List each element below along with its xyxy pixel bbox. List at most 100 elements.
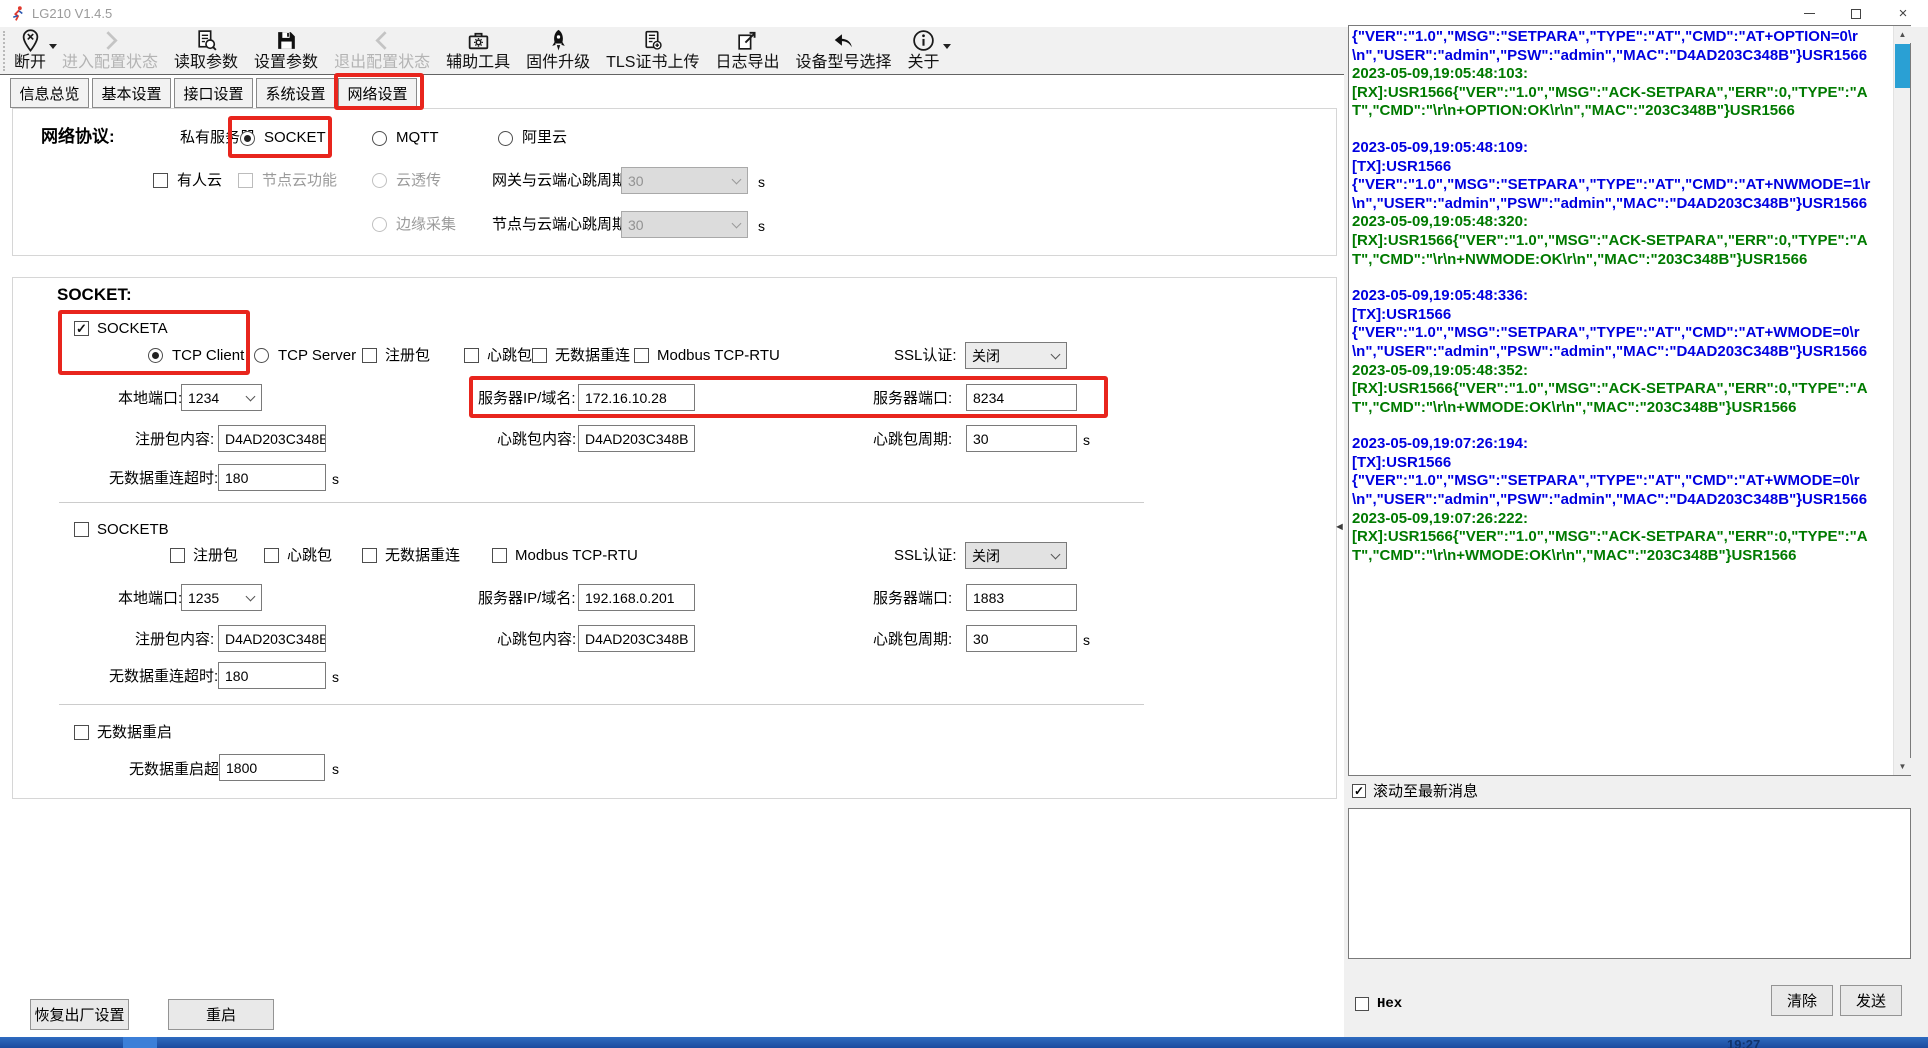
radio-tcp-client[interactable] [148, 348, 163, 363]
b-register-packet-label[interactable]: 注册包 [193, 547, 238, 565]
toolbar-device-model-select[interactable]: 设备型号选择 [795, 28, 891, 72]
export-icon [735, 28, 760, 53]
minimize-button[interactable] [1786, 0, 1832, 27]
a-reconnect-timeout-input[interactable]: 180 [218, 464, 326, 491]
node-cloud-label: 节点云功能 [262, 172, 337, 190]
log-scrollbar[interactable]: ▲ ▼ [1893, 26, 1910, 775]
checkbox-usr-cloud[interactable] [153, 173, 168, 188]
toolbar-about[interactable]: 关于 [908, 28, 940, 72]
a-register-packet-label[interactable]: 注册包 [385, 347, 430, 365]
dropdown-caret-icon[interactable] [49, 44, 57, 49]
a-server-port-input[interactable]: 8234 [966, 384, 1077, 411]
log-output-box[interactable]: {"VER":"1.0","MSG":"SETPARA","TYPE":"AT"… [1348, 25, 1911, 776]
b-local-port-select[interactable]: 1235 [181, 584, 262, 611]
checkbox-b-register-packet[interactable] [170, 548, 185, 563]
seconds-unit: s [332, 761, 339, 777]
b-register-content-input[interactable]: D4AD203C348B [218, 625, 326, 652]
tab-info-overview[interactable]: 信息总览 [10, 78, 89, 108]
send-input[interactable] [1348, 808, 1911, 959]
b-modbus-label[interactable]: Modbus TCP-RTU [515, 547, 638, 565]
checkbox-a-modbus[interactable] [634, 348, 649, 363]
socketb-label[interactable]: SOCKETB [97, 521, 169, 539]
seconds-unit: s [758, 174, 765, 190]
taskbar-app-indicator[interactable] [123, 1037, 157, 1048]
a-ssl-select[interactable]: 关闭 [965, 342, 1067, 369]
certificate-upload-icon [640, 28, 665, 53]
dropdown-caret-icon[interactable] [943, 44, 951, 49]
scroll-down-arrow-icon[interactable]: ▼ [1894, 758, 1911, 775]
panel-collapse-arrow[interactable]: ◄ [1334, 521, 1345, 533]
a-heartbeat-packet-label[interactable]: 心跳包 [487, 347, 532, 365]
a-modbus-label[interactable]: Modbus TCP-RTU [657, 347, 780, 365]
a-nodata-reconnect-label[interactable]: 无数据重连 [555, 347, 630, 365]
close-button[interactable]: × [1880, 0, 1926, 27]
disconnect-pin-icon [18, 28, 43, 53]
radio-socket[interactable] [240, 131, 255, 146]
nodata-restart-timeout-input[interactable]: 1800 [219, 754, 325, 781]
checkbox-b-heartbeat-packet[interactable] [264, 548, 279, 563]
toolbox-gear-icon [466, 28, 491, 53]
log-message-tx: 2023-05-09,19:07:26:194: [TX]:USR1566 {"… [1352, 435, 1890, 509]
factory-reset-button[interactable]: 恢复出厂设置 [30, 999, 129, 1030]
checkbox-a-register-packet[interactable] [362, 348, 377, 363]
b-heartbeat-packet-label[interactable]: 心跳包 [287, 547, 332, 565]
tab-basic-settings[interactable]: 基本设置 [92, 78, 171, 108]
a-reconnect-timeout-label: 无数据重连超时: [109, 470, 218, 488]
usr-cloud-label[interactable]: 有人云 [177, 172, 222, 190]
radio-mqtt[interactable] [372, 131, 387, 146]
radio-socket-label[interactable]: SOCKET [264, 129, 326, 147]
toolbar-grip[interactable] [3, 31, 5, 71]
radio-tcp-server[interactable] [254, 348, 269, 363]
b-heartbeat-period-input[interactable]: 30 [966, 625, 1077, 652]
checkbox-a-heartbeat-packet[interactable] [464, 348, 479, 363]
chevron-down-icon [732, 218, 742, 228]
toolbar-aux-tools[interactable]: 辅助工具 [446, 28, 510, 72]
toolbar-label: 日志导出 [715, 53, 779, 72]
toolbar-set-params[interactable]: 设置参数 [254, 28, 318, 72]
toolbar-tls-cert-upload[interactable]: TLS证书上传 [606, 28, 699, 72]
a-server-ip-input[interactable]: 172.16.10.28 [578, 384, 695, 411]
tab-interface-settings[interactable]: 接口设置 [174, 78, 253, 108]
b-ssl-select[interactable]: 关闭 [965, 542, 1067, 569]
taskbar-clock: 19:27 [1727, 1037, 1760, 1048]
b-nodata-reconnect-label[interactable]: 无数据重连 [385, 547, 460, 565]
b-server-ip-input[interactable]: 192.168.0.201 [578, 584, 695, 611]
checkbox-socketa[interactable]: ✓ [74, 321, 89, 336]
toolbar-log-export[interactable]: 日志导出 [715, 28, 779, 72]
a-local-port-select[interactable]: 1234 [181, 384, 262, 411]
tcp-server-label[interactable]: TCP Server [278, 347, 356, 365]
checkbox-a-nodata-reconnect[interactable] [532, 348, 547, 363]
a-heartbeat-content-input[interactable]: D4AD203C348B [578, 425, 695, 452]
checkbox-scroll-latest[interactable]: ✓ [1352, 784, 1366, 798]
checkbox-b-nodata-reconnect[interactable] [362, 548, 377, 563]
b-server-port-input[interactable]: 1883 [966, 584, 1077, 611]
scroll-up-arrow-icon[interactable]: ▲ [1894, 26, 1911, 43]
reboot-button[interactable]: 重启 [168, 999, 274, 1030]
checkbox-nodata-restart[interactable] [74, 725, 89, 740]
radio-aliyun-label[interactable]: 阿里云 [522, 129, 567, 147]
maximize-button[interactable] [1833, 0, 1879, 27]
nodata-restart-label[interactable]: 无数据重启 [97, 724, 172, 742]
tab-network-settings[interactable]: 网络设置 [338, 78, 417, 108]
clear-button[interactable]: 清除 [1771, 985, 1833, 1016]
radio-aliyun[interactable] [498, 131, 513, 146]
toolbar-disconnect[interactable]: 断开 [14, 28, 46, 72]
checkbox-b-modbus[interactable] [492, 548, 507, 563]
radio-mqtt-label[interactable]: MQTT [396, 129, 439, 147]
a-local-port-label: 本地端口: [118, 390, 182, 408]
b-heartbeat-content-input[interactable]: D4AD203C348B [578, 625, 695, 652]
send-button[interactable]: 发送 [1840, 985, 1902, 1016]
a-register-content-input[interactable]: D4AD203C348B [218, 425, 326, 452]
checkbox-hex[interactable] [1355, 997, 1369, 1011]
toolbar-firmware-upgrade[interactable]: 固件升级 [526, 28, 590, 72]
scrollbar-thumb[interactable] [1895, 44, 1910, 88]
tab-system-settings[interactable]: 系统设置 [256, 78, 335, 108]
a-heartbeat-period-input[interactable]: 30 [966, 425, 1077, 452]
socketa-label[interactable]: SOCKETA [97, 320, 168, 338]
taskbar[interactable]: 19:27 [0, 1037, 1928, 1048]
toolbar-read-params[interactable]: 读取参数 [174, 28, 238, 72]
checkbox-socketb[interactable] [74, 522, 89, 537]
b-reconnect-timeout-input[interactable]: 180 [218, 662, 326, 689]
tcp-client-label[interactable]: TCP Client [172, 347, 244, 365]
checkbox-node-cloud [238, 173, 253, 188]
